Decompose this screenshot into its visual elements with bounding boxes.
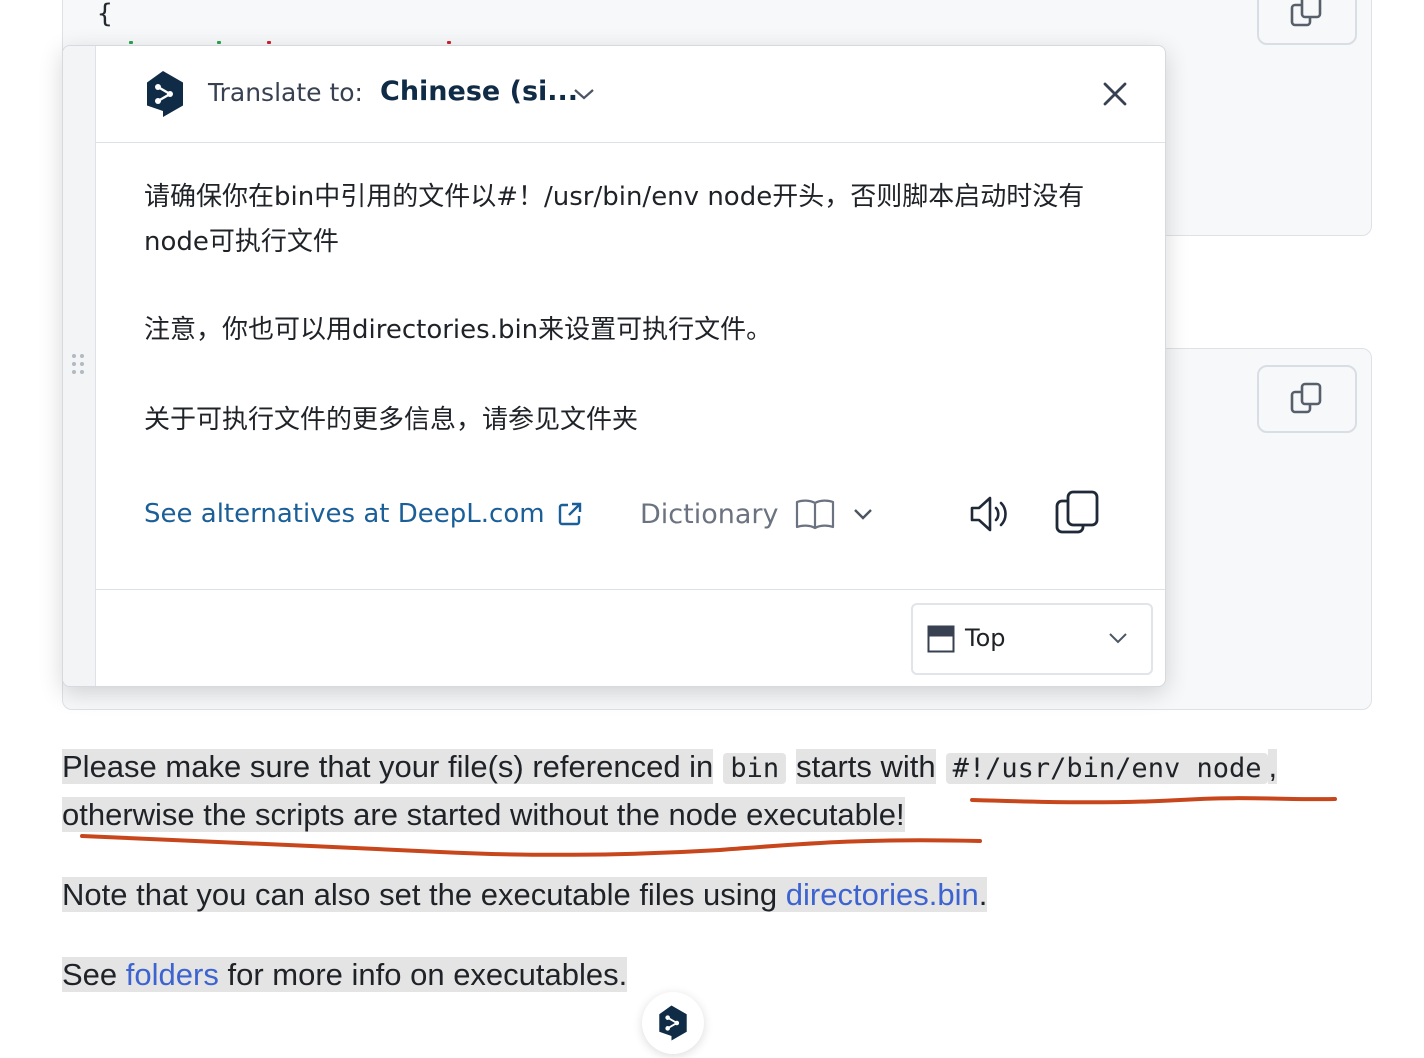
popup-footer: Top xyxy=(96,589,1165,686)
drag-handle-icon[interactable] xyxy=(72,354,86,380)
paragraph-text: for more info on executables. xyxy=(227,957,628,992)
paragraph-text: starts with xyxy=(796,749,936,784)
external-link-icon xyxy=(558,502,581,526)
paragraph-text: See xyxy=(62,957,118,992)
paragraph-text: . xyxy=(978,877,988,912)
deepl-logo-icon xyxy=(147,71,183,117)
position-label: Top xyxy=(965,624,1006,652)
paragraph-text: , xyxy=(1268,749,1278,784)
window-top-icon xyxy=(927,625,955,653)
see-alternatives-label: See alternatives at DeepL.com xyxy=(144,499,545,529)
copy-code-button[interactable] xyxy=(1257,365,1357,433)
deepl-translation-popup: Translate to: Chinese (si... 请确保你在bin中引用… xyxy=(62,45,1166,687)
directories-bin-link[interactable]: directories.bin xyxy=(786,877,979,912)
copy-icon xyxy=(1290,382,1322,414)
target-language-select[interactable]: Chinese (si... xyxy=(380,76,578,107)
popup-header: Translate to: Chinese (si... xyxy=(96,46,1165,143)
speaker-icon[interactable] xyxy=(966,491,1012,537)
paragraph-folders-note: See folders for more info on executables… xyxy=(62,950,628,1000)
translation-paragraph: 注意，你也可以用directories.bin来设置可执行文件。 xyxy=(144,315,773,345)
see-alternatives-link[interactable]: See alternatives at DeepL.com xyxy=(144,499,583,529)
inline-code: #!/usr/bin/env node xyxy=(945,753,1269,784)
dictionary-button[interactable]: Dictionary xyxy=(640,497,874,531)
popup-position-select[interactable]: Top xyxy=(911,603,1153,675)
deepl-logo-icon xyxy=(659,1005,687,1041)
paragraph-bin-note-line2: otherwise the scripts are started withou… xyxy=(62,790,905,840)
paragraph-directories-note: Note that you can also set the executabl… xyxy=(62,870,988,920)
copy-code-button[interactable] xyxy=(1257,0,1357,45)
inline-code: bin xyxy=(723,753,787,784)
book-icon xyxy=(796,499,835,530)
translation-paragraph: 请确保你在bin中引用的文件以#！/usr/bin/env node开头，否则脚… xyxy=(144,182,1085,257)
dictionary-label: Dictionary xyxy=(640,498,779,530)
folders-link[interactable]: folders xyxy=(126,957,219,992)
paragraph-text: otherwise the scripts are started withou… xyxy=(62,797,905,832)
code-brace: { xyxy=(97,0,113,29)
deepl-floating-button[interactable] xyxy=(642,992,704,1054)
popup-drag-strip[interactable] xyxy=(63,46,96,686)
translation-body: 请确保你在bin中引用的文件以#！/usr/bin/env node开头，否则脚… xyxy=(96,143,1165,588)
translate-to-label: Translate to: xyxy=(208,78,363,107)
paragraph-bin-note-line1: Please make sure that your file(s) refer… xyxy=(62,742,1278,794)
translation-paragraph: 关于可执行文件的更多信息，请参见文件夹 xyxy=(144,405,639,435)
copy-translation-icon[interactable] xyxy=(1054,489,1100,535)
copy-icon xyxy=(1290,0,1322,27)
chevron-down-icon[interactable] xyxy=(572,84,596,104)
chevron-down-icon xyxy=(1109,633,1127,644)
chevron-down-icon xyxy=(854,509,873,520)
paragraph-text: Note that you can also set the executabl… xyxy=(62,877,778,912)
close-icon[interactable] xyxy=(1100,79,1130,109)
paragraph-text: Please make sure that your file(s) refer… xyxy=(62,749,714,784)
